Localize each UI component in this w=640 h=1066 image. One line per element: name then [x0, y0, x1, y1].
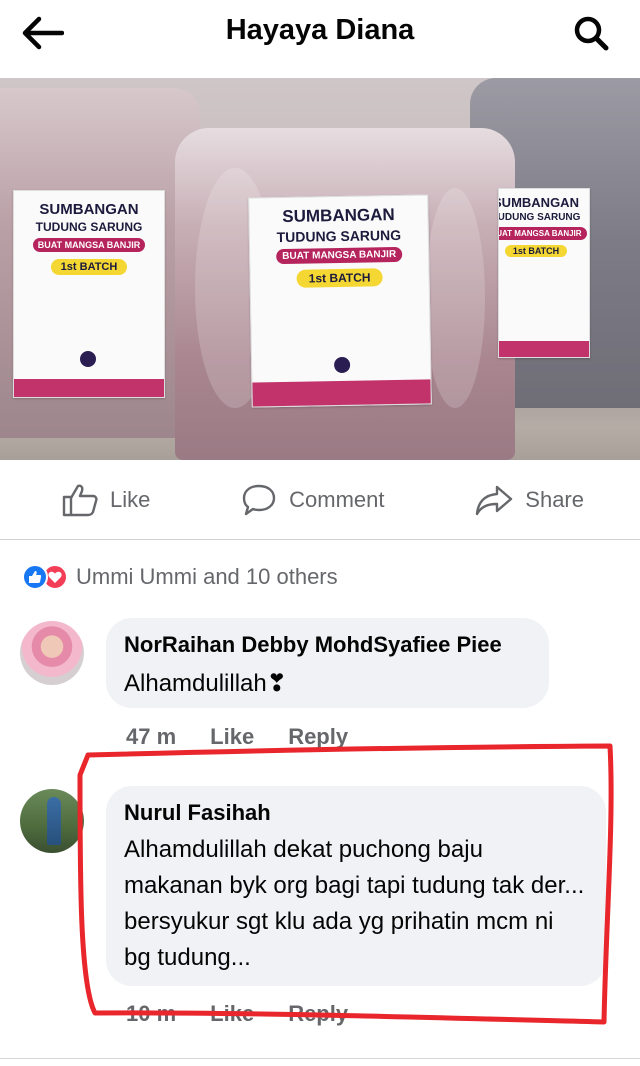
label-title: SUMBANGAN	[39, 201, 139, 218]
avatar[interactable]	[20, 621, 84, 685]
comment-meta: 10 m Like Reply	[126, 1001, 348, 1027]
comment-text: Alhamdulillah dekat puchong baju makanan…	[124, 836, 585, 971]
label-batch: 1st BATCH	[296, 268, 383, 288]
comment-bubble: Nurul Fasihah Alhamdulillah dekat puchon…	[106, 786, 606, 986]
search-button[interactable]	[568, 10, 614, 56]
comment-meta: 47 m Like Reply	[126, 724, 348, 750]
post-photo[interactable]: SUMBANGAN TUDUNG SARUNG BUAT MANGSA BANJ…	[0, 78, 640, 460]
comment-like-button[interactable]: Like	[210, 724, 254, 750]
bag-label-right: SUMBANGAN TUDUNG SARUNG BUAT MANGSA BANJ…	[498, 188, 590, 358]
label-subtitle: TUDUNG SARUNG	[276, 226, 402, 246]
comment-time: 47 m	[126, 724, 177, 749]
avatar[interactable]	[20, 789, 84, 853]
bag-label-left: SUMBANGAN TUDUNG SARUNG BUAT MANGSA BANJ…	[13, 190, 165, 398]
comment-button[interactable]: Comment	[241, 483, 385, 517]
label-batch: 1st BATCH	[50, 259, 128, 275]
comment-reply-button[interactable]: Reply	[288, 1001, 348, 1027]
label-strip	[499, 341, 589, 357]
comment-text: Alhamdulillah❣	[124, 670, 287, 697]
divider	[0, 1058, 640, 1059]
label-logo	[333, 356, 351, 374]
label-tag: BUAT MANGSA BANJIR	[32, 238, 146, 252]
like-reaction-icon	[22, 564, 48, 590]
comment-button-label: Comment	[289, 486, 385, 512]
share-arrow-icon	[476, 485, 513, 515]
label-batch: 1st BATCH	[504, 245, 568, 257]
comment-author[interactable]: Nurul Fasihah	[124, 800, 586, 826]
label-strip	[252, 379, 431, 407]
post-action-bar: Like Comment Share	[0, 460, 640, 540]
share-button-label: Share	[525, 486, 584, 512]
like-button[interactable]: Like	[62, 483, 150, 517]
label-logo	[80, 351, 96, 367]
reaction-icons	[22, 564, 68, 590]
comment-reply-button[interactable]: Reply	[288, 724, 348, 750]
label-title: SUMBANGAN	[498, 195, 579, 210]
reactions-text: Ummi Ummi and 10 others	[76, 564, 338, 589]
comment-bubble: NorRaihan Debby MohdSyafiee Piee Alhamdu…	[106, 618, 549, 708]
reactions-summary[interactable]: Ummi Ummi and 10 others	[22, 560, 338, 594]
label-tag: BUAT MANGSA BANJIR	[499, 227, 587, 240]
like-button-label: Like	[110, 486, 151, 512]
label-subtitle: TUDUNG SARUNG	[35, 220, 143, 234]
comment-bubble-icon	[242, 484, 276, 515]
search-icon	[574, 16, 609, 51]
app-header: Hayaya Diana	[0, 0, 640, 78]
page-title: Hayaya Diana	[225, 14, 415, 46]
comment-like-button[interactable]: Like	[210, 1001, 254, 1027]
thumbs-up-icon	[62, 484, 98, 516]
bag-label-center: SUMBANGAN TUDUNG SARUNG BUAT MANGSA BANJ…	[248, 194, 432, 408]
label-subtitle: TUDUNG SARUNG	[498, 212, 581, 223]
comment-author[interactable]: NorRaihan Debby MohdSyafiee Piee	[124, 632, 529, 658]
label-strip	[14, 379, 164, 397]
label-title: SUMBANGAN	[282, 205, 395, 226]
share-button[interactable]: Share	[475, 484, 584, 516]
comment-time: 10 m	[126, 1001, 177, 1026]
label-tag: BUAT MANGSA BANJIR	[276, 246, 403, 265]
